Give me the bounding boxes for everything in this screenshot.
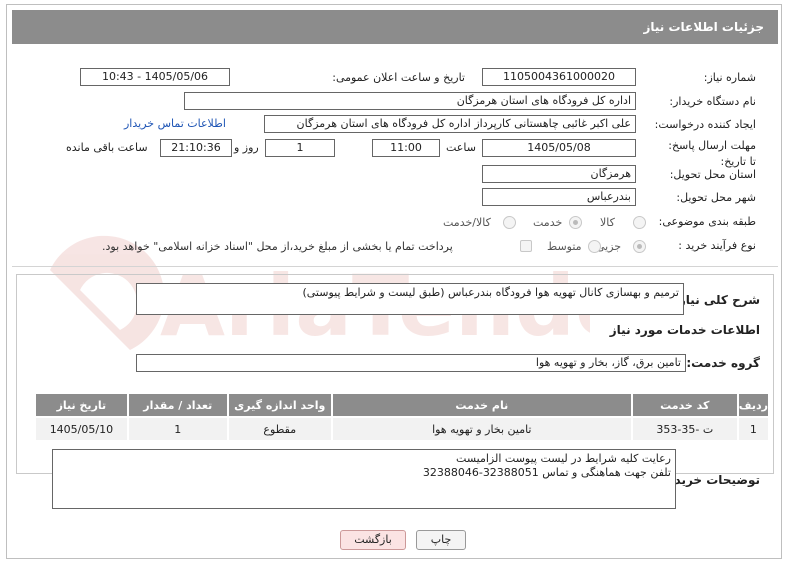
page-frame [6, 4, 782, 559]
